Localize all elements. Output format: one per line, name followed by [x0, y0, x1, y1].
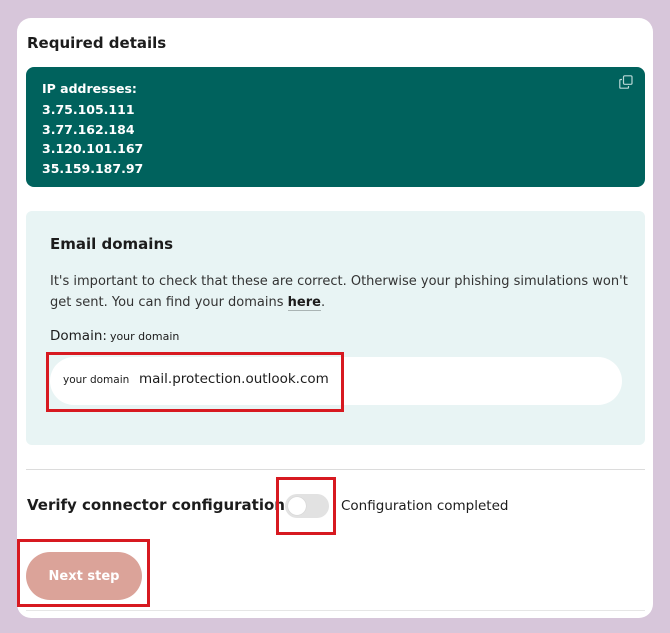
verify-connector-label: Verify connector configuration — [27, 496, 285, 514]
next-step-button[interactable]: Next step — [26, 552, 142, 600]
bottom-divider — [26, 610, 645, 611]
ip-address-item: 3.75.105.111 — [42, 102, 135, 117]
domain-placeholder: your domain — [109, 330, 180, 343]
ip-addresses-box: IP addresses: 3.75.105.111 3.77.162.184 … — [26, 67, 645, 187]
domain-label-text: Domain: — [50, 328, 107, 344]
configuration-completed-toggle[interactable] — [285, 494, 329, 518]
domain-field-prefix: your domain — [63, 374, 130, 386]
toggle-knob — [288, 497, 306, 515]
configuration-completed-label: Configuration completed — [341, 498, 509, 514]
ip-addresses-heading: IP addresses: — [42, 81, 137, 96]
section-divider — [26, 469, 645, 470]
ip-address-list: 3.75.105.111 3.77.162.184 3.120.101.167 … — [42, 100, 143, 178]
description-end: . — [320, 295, 326, 310]
find-domains-link[interactable]: here — [287, 295, 321, 311]
email-domains-box: Email domains It's important to check th… — [26, 211, 645, 445]
copy-icon[interactable] — [619, 75, 635, 91]
ip-address-item: 3.120.101.167 — [42, 141, 144, 156]
domain-label: Domain: your domain — [50, 328, 179, 344]
ip-address-item: 35.159.187.97 — [42, 160, 144, 176]
email-domains-title: Email domains — [50, 235, 174, 253]
email-domains-description: It's important to check that these are c… — [50, 271, 630, 313]
page-frame: Required details IP addresses: 3.75.105.… — [0, 0, 670, 633]
domain-field-suffix: mail.protection.outlook.com — [139, 371, 329, 387]
required-details-title: Required details — [27, 34, 167, 52]
domain-field[interactable]: your domain mail.protection.outlook.com — [50, 357, 622, 405]
connector-setup-card: Required details IP addresses: 3.75.105.… — [17, 18, 653, 618]
description-text: It's important to check that these are c… — [50, 274, 628, 310]
ip-address-item: 3.77.162.184 — [42, 121, 135, 137]
